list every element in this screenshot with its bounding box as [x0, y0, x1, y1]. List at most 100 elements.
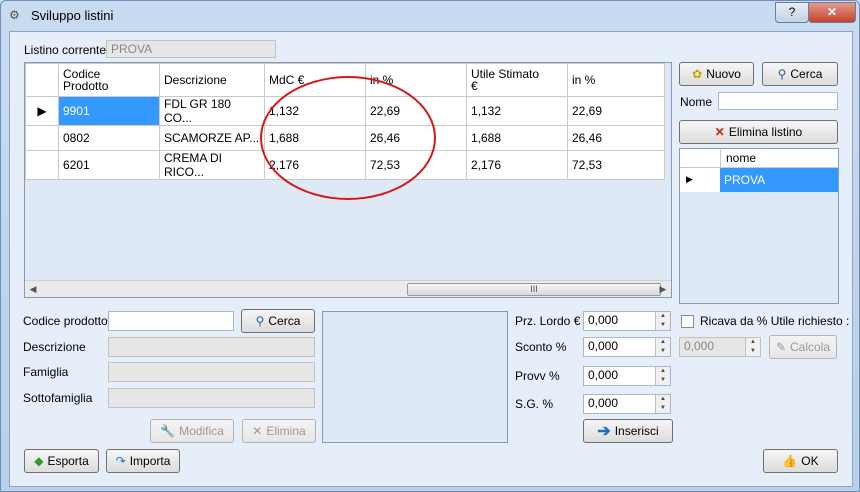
provv-input[interactable]: 0,000 ▲ ▼	[583, 366, 671, 386]
col-descrizione[interactable]: Descrizione	[159, 63, 265, 97]
nome-input[interactable]	[718, 92, 838, 110]
nome-label: Nome	[680, 95, 713, 109]
sg-label: S.G. %	[515, 397, 554, 411]
col-utile[interactable]: Utile Stimato €	[466, 63, 568, 97]
cell[interactable]: 72,53	[365, 150, 467, 180]
sg-input[interactable]: 0,000 ▲ ▼	[583, 394, 671, 414]
modifica-label: Modifica	[179, 424, 224, 438]
delete-x-icon: ✕	[714, 125, 725, 139]
cell[interactable]: 1,132	[264, 96, 366, 126]
table-row[interactable]: 0802 SCAMORZE AP... 1,688 26,46 1,688 26…	[25, 125, 665, 151]
list-item-label[interactable]: PROVA	[720, 168, 838, 192]
elimina-listino-label: Elimina listino	[728, 125, 803, 139]
spinner-arrows-icon[interactable]: ▲ ▼	[745, 338, 760, 356]
table-row[interactable]: 6201 CREMA DI RICO... 2,176 72,53 2,176 …	[25, 150, 665, 180]
inserisci-label: Inserisci	[614, 424, 659, 438]
prz-lordo-value: 0,000	[588, 313, 619, 327]
modifica-button[interactable]: 🔧 Modifica	[150, 419, 234, 443]
products-grid[interactable]: Codice Prodotto Descrizione MdC € in % U…	[24, 62, 672, 298]
cell[interactable]: 6201	[58, 150, 160, 180]
famiglia-label: Famiglia	[23, 365, 69, 379]
importa-button[interactable]: ↷ Importa	[106, 449, 180, 473]
row-selector-icon: ▶	[25, 96, 59, 126]
spinner-arrows-icon[interactable]: ▲ ▼	[655, 338, 670, 356]
sg-value: 0,000	[588, 396, 619, 410]
esporta-button[interactable]: ◆ Esporta	[24, 449, 99, 473]
ricava-checkbox[interactable]	[681, 315, 694, 328]
col-utile-perc[interactable]: in %	[567, 63, 665, 97]
wrench-icon: 🔧	[160, 424, 176, 438]
spinner-arrows-icon[interactable]: ▲ ▼	[655, 395, 670, 413]
cell[interactable]: 1,132	[466, 96, 568, 126]
products-table: Codice Prodotto Descrizione MdC € in % U…	[25, 63, 665, 180]
col-label: in %	[572, 73, 596, 87]
provv-label: Provv %	[515, 369, 560, 383]
sconto-input[interactable]: 0,000 ▲ ▼	[583, 337, 671, 357]
cell[interactable]: 1,688	[264, 125, 366, 151]
scroll-right-icon[interactable]: ▶	[656, 282, 670, 296]
listino-label: Listino corrente	[24, 43, 107, 57]
elimina-prodotto-button[interactable]: ✕ Elimina	[242, 419, 316, 443]
cell[interactable]: 2,176	[264, 150, 366, 180]
prz-lordo-input[interactable]: 0,000 ▲ ▼	[583, 311, 671, 331]
ok-button[interactable]: 👍 OK	[763, 449, 838, 473]
calcola-button[interactable]: ✎ Calcola	[769, 335, 837, 359]
col-codice[interactable]: Codice Prodotto	[58, 63, 160, 97]
codice-input[interactable]	[108, 311, 234, 331]
table-row[interactable]: ▶ 9901 FDL GR 180 CO... 1,132 22,69 1,13…	[25, 96, 665, 126]
cell[interactable]: 22,69	[567, 96, 665, 126]
window-title: Sviluppo listini	[31, 8, 114, 23]
export-icon: ◆	[34, 454, 44, 468]
title-bar: ⚙ Sviluppo listini ? ✕	[1, 1, 859, 31]
sconto-label: Sconto %	[515, 340, 567, 354]
cell[interactable]: CREMA DI RICO...	[159, 150, 265, 180]
col-mdc-perc[interactable]: in %	[365, 63, 467, 97]
cell[interactable]: 26,46	[567, 125, 665, 151]
col-label: Utile Stimato €	[471, 67, 540, 93]
ricava-input[interactable]: 0,000 ▲ ▼	[679, 337, 761, 357]
spinner-arrows-icon[interactable]: ▲ ▼	[655, 367, 670, 385]
list-header-label: nome	[726, 151, 757, 165]
sottofamiglia-label: Sottofamiglia	[23, 391, 93, 405]
calculator-icon: ✎	[775, 340, 787, 354]
horizontal-scrollbar[interactable]: ◀ III ▶	[25, 280, 671, 297]
nuovo-label: Nuovo	[706, 67, 741, 81]
cell[interactable]: 1,688	[466, 125, 568, 151]
arrow-right-icon: ➔	[597, 423, 611, 440]
cerca-prodotto-label: Cerca	[268, 314, 301, 328]
thumbs-up-icon: 👍	[782, 454, 798, 468]
app-icon: ⚙	[9, 8, 20, 22]
inserisci-button[interactable]: ➔ Inserisci	[583, 419, 673, 443]
col-label: Codice Prodotto	[63, 67, 109, 93]
spinner-arrows-icon[interactable]: ▲ ▼	[655, 312, 670, 330]
cerca-prodotto-button[interactable]: ⚲ Cerca	[241, 309, 315, 333]
elimina-listino-button[interactable]: ✕ Elimina listino	[679, 120, 838, 144]
help-button[interactable]: ?	[775, 2, 809, 23]
nuovo-button[interactable]: ✿ Nuovo	[679, 62, 754, 86]
scroll-thumb[interactable]: III	[407, 283, 661, 296]
cerca-listino-button[interactable]: ⚲ Cerca	[762, 62, 838, 86]
list-item[interactable]: ▶ PROVA	[680, 168, 838, 192]
list-header: nome	[680, 149, 838, 168]
col-mdc[interactable]: MdC €	[264, 63, 366, 97]
ricava-label: Ricava da % Utile richiesto :	[700, 314, 850, 328]
cell[interactable]: 2,176	[466, 150, 568, 180]
cell[interactable]: 0802	[58, 125, 160, 151]
cell[interactable]: 26,46	[365, 125, 467, 151]
client-area: Listino corrente PROVA Codice Prodotto D…	[9, 31, 853, 487]
cerca-label: Cerca	[790, 67, 823, 81]
listini-list[interactable]: nome ▶ PROVA	[679, 148, 839, 304]
codice-label: Codice prodotto	[23, 314, 108, 328]
cell[interactable]: FDL GR 180 CO...	[159, 96, 265, 126]
close-button[interactable]: ✕	[808, 2, 856, 23]
cell[interactable]: 22,69	[365, 96, 467, 126]
row-selector	[25, 150, 59, 180]
cell[interactable]: SCAMORZE AP...	[159, 125, 265, 151]
cell[interactable]: 72,53	[567, 150, 665, 180]
table-header-row: Codice Prodotto Descrizione MdC € in % U…	[25, 63, 665, 97]
importa-label: Importa	[129, 454, 171, 468]
sottofamiglia-field	[108, 388, 315, 408]
scroll-left-icon[interactable]: ◀	[26, 282, 40, 296]
cell[interactable]: 9901	[58, 96, 160, 126]
search-icon: ⚲	[255, 314, 265, 328]
